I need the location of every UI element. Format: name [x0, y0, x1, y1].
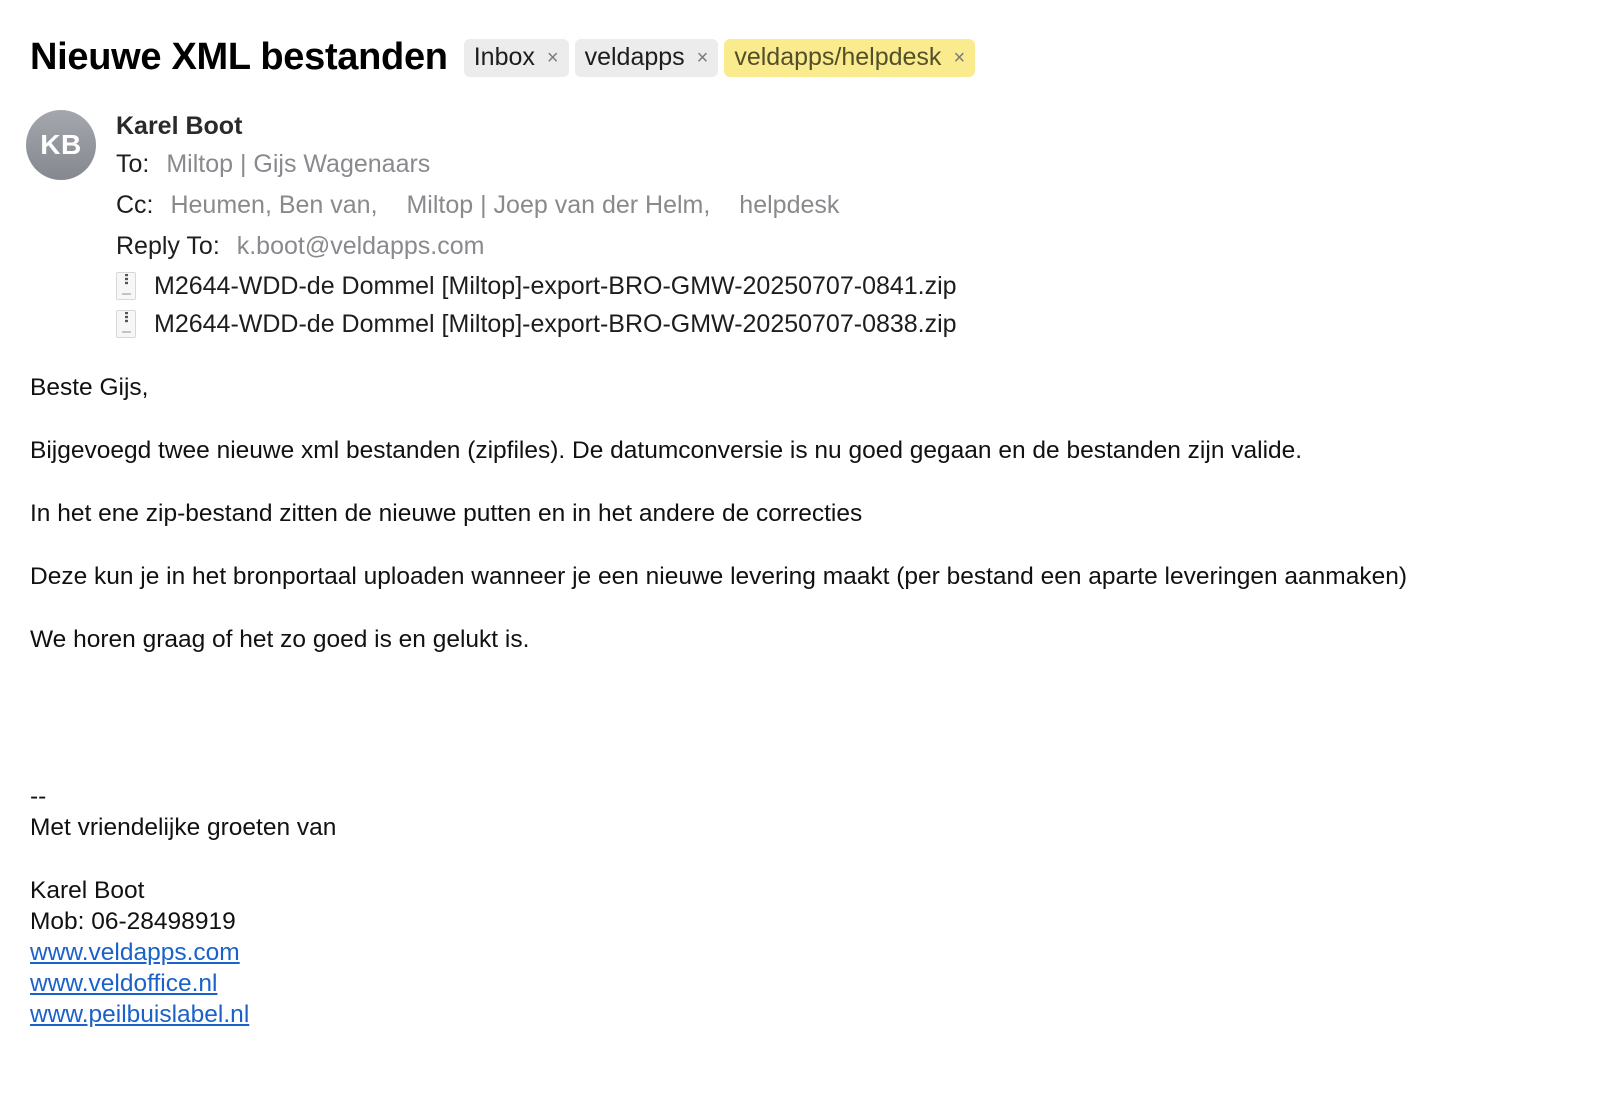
reply-to-row: Reply To: k.boot@veldapps.com — [116, 226, 957, 267]
subject-row: Nieuwe XML bestanden Inbox × veldapps × … — [30, 36, 981, 79]
message-body: Beste Gijs, Bijgevoegd twee nieuwe xml b… — [30, 372, 1407, 1030]
reply-to-address[interactable]: k.boot@veldapps.com — [237, 232, 485, 260]
label-tag-inbox[interactable]: Inbox × — [463, 38, 569, 77]
label-tag-text: Inbox — [473, 43, 535, 71]
label-tag-veldapps-helpdesk[interactable]: veldapps/helpdesk × — [724, 38, 976, 77]
signature: -- Met vriendelijke groeten van Karel Bo… — [30, 781, 1407, 1030]
body-paragraph: In het ene zip-bestand zitten de nieuwe … — [30, 500, 863, 527]
label-tag-text: veldapps — [584, 43, 685, 71]
attachment-name: M2644-WDD-de Dommel [Miltop]-export-BRO-… — [154, 310, 957, 338]
signature-closing: Met vriendelijke groeten van — [30, 814, 337, 841]
zip-file-icon — [116, 310, 136, 338]
cc-row: Cc: Heumen, Ben van, Miltop | Joep van d… — [116, 185, 957, 226]
attachment-name: M2644-WDD-de Dommel [Miltop]-export-BRO-… — [154, 272, 957, 300]
to-row: To: Miltop | Gijs Wagenaars — [116, 144, 957, 185]
signature-link-peilbuislabel[interactable]: www.peilbuislabel.nl — [30, 1001, 249, 1028]
attachment-item[interactable]: M2644-WDD-de Dommel [Miltop]-export-BRO-… — [116, 267, 957, 305]
email-subject: Nieuwe XML bestanden — [30, 36, 448, 78]
signature-name: Karel Boot — [30, 877, 145, 904]
label-tag-veldapps[interactable]: veldapps × — [574, 38, 719, 77]
label-tag-text: veldapps/helpdesk — [734, 43, 942, 71]
body-paragraph: Bijgevoegd twee nieuwe xml bestanden (zi… — [30, 437, 1303, 464]
reply-to-label: Reply To: — [116, 232, 220, 260]
signature-separator: -- — [30, 783, 47, 810]
recipient-to[interactable]: Miltop | Gijs Wagenaars — [166, 150, 430, 178]
close-icon[interactable]: × — [697, 48, 709, 68]
greeting: Beste Gijs, — [30, 374, 149, 401]
attachment-item[interactable]: M2644-WDD-de Dommel [Miltop]-export-BRO-… — [116, 305, 957, 343]
cc-label: Cc: — [116, 191, 154, 219]
signature-link-veldoffice[interactable]: www.veldoffice.nl — [30, 970, 217, 997]
recipient-cc[interactable]: Miltop | Joep van der Helm, — [406, 191, 710, 219]
recipient-cc[interactable]: helpdesk — [739, 191, 839, 219]
close-icon[interactable]: × — [953, 48, 965, 68]
message-header: Karel Boot To: Miltop | Gijs Wagenaars C… — [116, 108, 957, 343]
recipient-cc[interactable]: Heumen, Ben van, — [170, 191, 377, 219]
sender-name[interactable]: Karel Boot — [116, 108, 957, 144]
signature-mobile: Mob: 06-28498919 — [30, 908, 236, 935]
zip-file-icon — [116, 272, 136, 300]
sender-avatar[interactable]: KB — [26, 110, 96, 180]
body-paragraph: We horen graag of het zo goed is en gelu… — [30, 626, 530, 653]
close-icon[interactable]: × — [547, 48, 559, 68]
body-paragraph: Deze kun je in het bronportaal uploaden … — [30, 563, 1407, 590]
to-label: To: — [116, 150, 150, 178]
signature-link-veldapps[interactable]: www.veldapps.com — [30, 939, 240, 966]
